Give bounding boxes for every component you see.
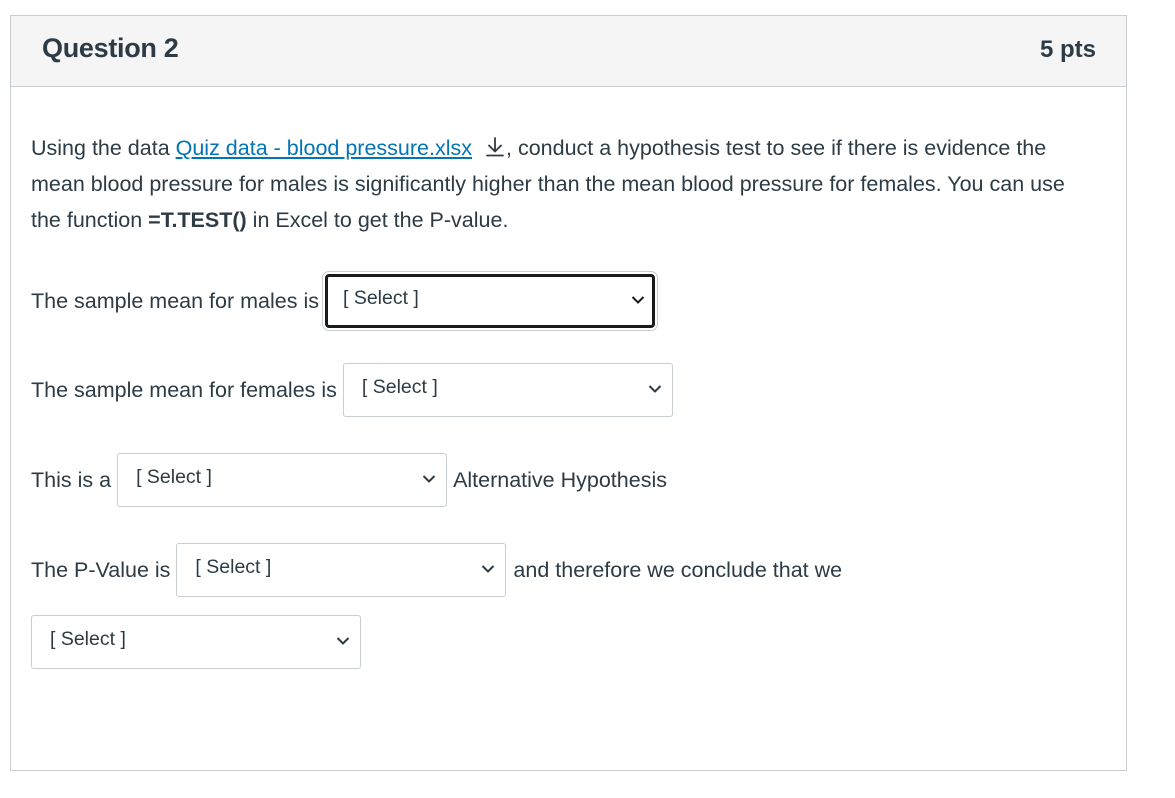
conclusion-row: [ Select ] [31, 615, 361, 669]
chevron-down-icon [648, 385, 662, 393]
data-file-link[interactable]: Quiz data - blood pressure.xlsx [176, 136, 472, 160]
chevron-down-icon [631, 296, 645, 304]
pvalue-row: The P-Value is [ Select ] and therefore … [31, 543, 842, 597]
females-mean-select[interactable]: [ Select ] [342, 363, 673, 417]
males-mean-row: The sample mean for males is [ Select ] [31, 274, 655, 328]
intro-text-end: in Excel to get the P-value. [246, 208, 509, 232]
females-mean-label: The sample mean for females is [31, 377, 337, 402]
alternative-hypothesis-row: This is a [ Select ] Alternative Hypothe… [31, 453, 667, 507]
download-icon[interactable] [484, 136, 506, 158]
alternative-hypothesis-select[interactable]: [ Select ] [117, 453, 448, 507]
question-title: Question 2 [42, 33, 179, 63]
chevron-down-icon [336, 637, 350, 645]
intro-text: Using the data [31, 136, 176, 160]
conclusion-select-value: [ Select ] [50, 628, 126, 650]
chevron-down-icon [422, 475, 436, 483]
females-mean-row: The sample mean for females is [ Select … [31, 363, 673, 417]
pvalue-select-value: [ Select ] [195, 556, 272, 578]
pvalue-prefix-label: The P-Value is [31, 557, 171, 582]
question-header: Question 2 5 pts [11, 16, 1126, 87]
alternative-prefix-label: This is a [31, 467, 112, 492]
alternative-select-value: [ Select ] [136, 466, 212, 488]
females-mean-select-value: [ Select ] [361, 376, 438, 398]
conclusion-select[interactable]: [ Select ] [31, 615, 361, 669]
chevron-down-icon [482, 565, 495, 573]
males-mean-select[interactable]: [ Select ] [324, 274, 655, 328]
males-mean-label: The sample mean for males is [31, 288, 319, 313]
function-name: =T.TEST() [148, 208, 247, 232]
males-mean-select-value: [ Select ] [342, 287, 419, 309]
pvalue-select[interactable]: [ Select ] [176, 543, 507, 597]
pvalue-suffix-label: and therefore we conclude that we [513, 557, 843, 582]
alternative-suffix-label: Alternative Hypothesis [453, 467, 667, 492]
question-text: Using the data Quiz data - blood pressur… [31, 130, 1091, 238]
question-points: 5 pts [1039, 36, 1096, 63]
